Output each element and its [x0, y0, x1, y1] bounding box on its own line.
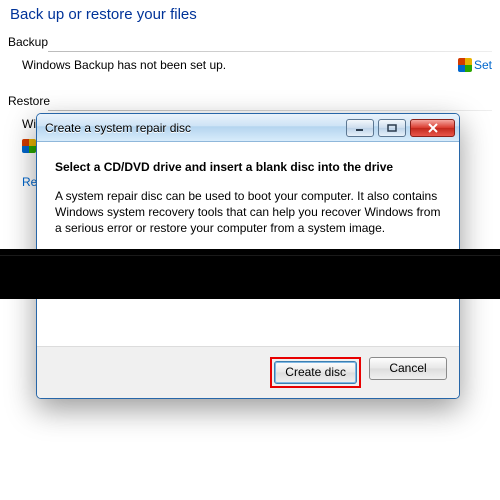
backup-status-text: Windows Backup has not been set up. — [8, 58, 226, 72]
divider — [48, 110, 492, 111]
dialog-body: Select a CD/DVD drive and insert a blank… — [37, 142, 459, 346]
backup-section: Backup Windows Backup has not been set u… — [8, 35, 492, 72]
dialog-footer: Create disc Cancel — [37, 346, 459, 398]
tutorial-highlight: Create disc — [270, 357, 361, 388]
page-title: Back up or restore your files — [10, 6, 492, 23]
create-disc-button[interactable]: Create disc — [274, 361, 357, 384]
dialog-titlebar[interactable]: Create a system repair disc — [37, 114, 459, 142]
divider — [48, 51, 492, 52]
dialog-instruction: Select a CD/DVD drive and insert a blank… — [55, 160, 441, 174]
footer-bar — [0, 249, 500, 299]
minimize-button[interactable] — [346, 119, 374, 137]
restore-heading: Restore — [8, 94, 492, 108]
dialog-title: Create a system repair disc — [45, 121, 346, 135]
setup-backup-link[interactable]: Set — [474, 58, 492, 72]
cancel-button[interactable]: Cancel — [369, 357, 447, 380]
dialog-explanation: A system repair disc can be used to boot… — [55, 188, 441, 237]
maximize-button[interactable] — [378, 119, 406, 137]
shield-icon — [22, 139, 36, 153]
backup-heading: Backup — [8, 35, 492, 49]
close-button[interactable] — [410, 119, 455, 137]
shield-icon — [458, 58, 472, 72]
